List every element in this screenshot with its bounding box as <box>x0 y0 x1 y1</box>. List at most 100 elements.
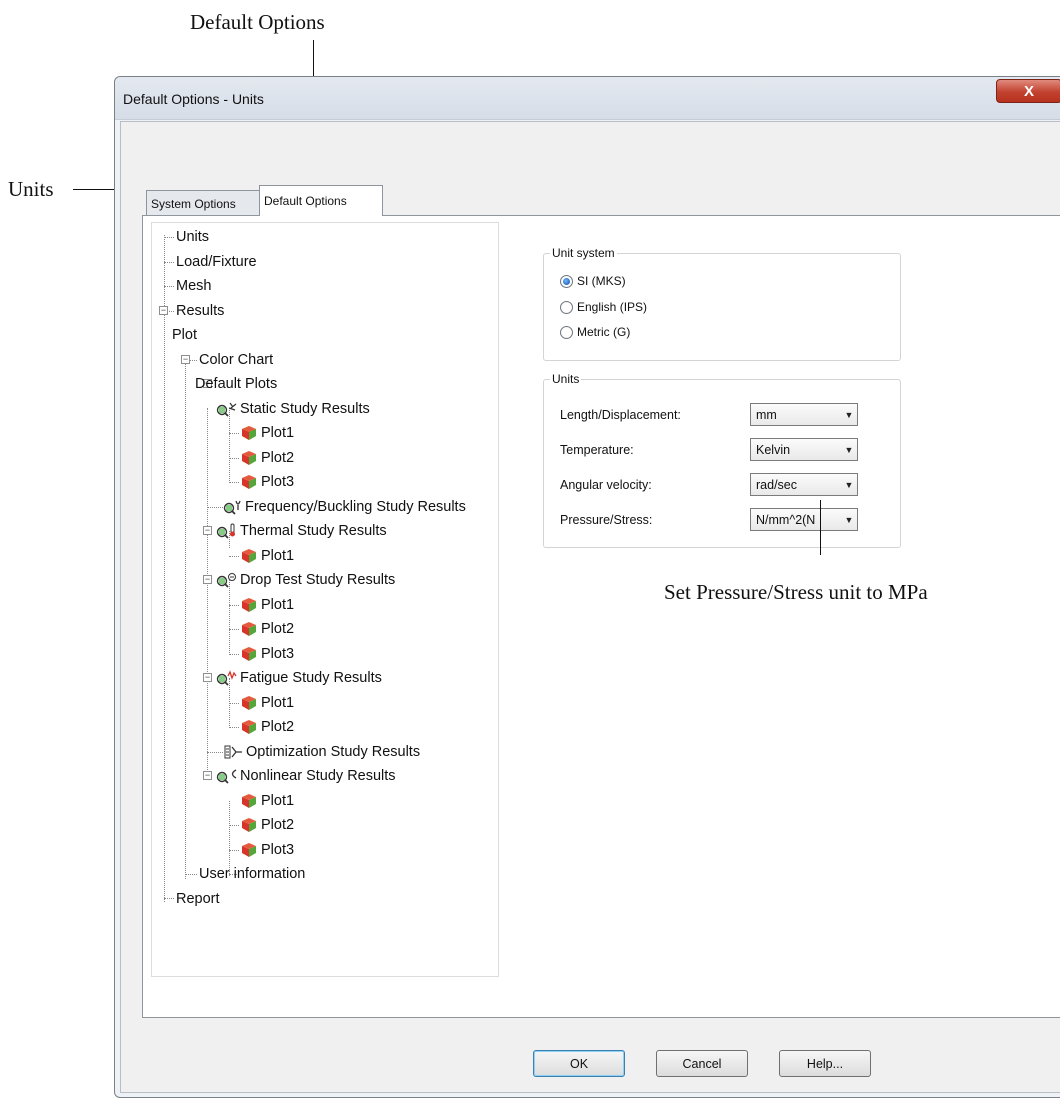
expand-default-plots-icon[interactable]: − <box>181 355 190 364</box>
tree-item-load-fixture[interactable]: Load/Fixture <box>176 253 257 271</box>
drop-test-study-icon <box>216 572 238 588</box>
dialog-client: System Options Default Options − − − − −… <box>120 121 1060 1093</box>
tree-connector <box>207 752 223 753</box>
plot-cube-icon <box>241 597 258 613</box>
tree-item-label: Fatigue Study Results <box>240 670 382 686</box>
tree-item-nonlinear-plot1[interactable]: Plot1 <box>241 792 294 810</box>
expand-plot-icon[interactable]: − <box>159 306 168 315</box>
tree-item-plot[interactable]: Plot <box>172 326 197 344</box>
tab-system-options[interactable]: System Options <box>146 190 260 216</box>
tree-item-frequency-study[interactable]: Frequency/Buckling Study Results <box>223 498 466 516</box>
tree-item-units[interactable]: Units <box>176 228 209 246</box>
tree-item-label: Plot2 <box>261 817 295 833</box>
tree-connector <box>164 237 174 238</box>
expand-drop-icon[interactable]: − <box>203 575 212 584</box>
dropdown-value: mm <box>756 407 777 422</box>
tree-item-fatigue-study[interactable]: Fatigue Study Results <box>216 669 382 687</box>
tree-item-label: Static Study Results <box>240 401 370 417</box>
plot-cube-icon <box>241 842 258 858</box>
tree-item-nonlinear-plot3[interactable]: Plot3 <box>241 841 294 859</box>
expand-fatigue-icon[interactable]: − <box>203 673 212 682</box>
tree-item-fatigue-plot1[interactable]: Plot1 <box>241 694 294 712</box>
tree-item-nonlinear-study[interactable]: Nonlinear Study Results <box>216 767 396 785</box>
tree-item-user-information[interactable]: User information <box>199 865 305 883</box>
tree-connector <box>229 482 239 483</box>
tree-item-mesh[interactable]: Mesh <box>176 277 211 295</box>
window-title: Default Options - Units <box>123 91 264 107</box>
tree-item-label: User information <box>199 866 306 882</box>
tree-connector <box>164 286 174 287</box>
tree-item-static-plot2[interactable]: Plot2 <box>241 449 294 467</box>
length-label: Length/Displacement: <box>560 408 681 422</box>
tree-connector <box>229 605 239 606</box>
radio-english-ips[interactable]: English (IPS) <box>560 300 647 314</box>
radio-selected-icon <box>560 274 573 288</box>
tree-item-drop-plot2[interactable]: Plot2 <box>241 620 294 638</box>
dropdown-arrow-icon: ▼ <box>844 479 854 490</box>
cancel-button[interactable]: Cancel <box>656 1050 748 1077</box>
plot-cube-icon <box>241 817 258 833</box>
tree-item-optimization-study[interactable]: Optimization Study Results <box>224 743 420 761</box>
radio-si-mks[interactable]: SI (MKS) <box>560 274 626 288</box>
angular-velocity-unit-dropdown[interactable]: rad/sec ▼ <box>750 473 858 496</box>
units-group: Units Length/Displacement: mm ▼ Temperat… <box>543 372 901 548</box>
tree-item-report[interactable]: Report <box>176 890 220 908</box>
tree-item-drop-plot3[interactable]: Plot3 <box>241 645 294 663</box>
tree-item-label: Plot1 <box>261 548 295 564</box>
dropdown-arrow-icon: ▼ <box>844 444 854 455</box>
expand-nonlinear-icon[interactable]: − <box>203 771 212 780</box>
close-button[interactable]: X <box>996 79 1060 103</box>
title-bar: Default Options - Units X <box>115 77 1060 120</box>
tree-item-default-plots[interactable]: Default Plots <box>195 375 277 393</box>
tree-item-label: Plot2 <box>261 450 295 466</box>
help-button[interactable]: Help... <box>779 1050 871 1077</box>
radio-unselected-icon <box>560 325 573 339</box>
tree-item-static-study[interactable]: Static Study Results <box>216 400 370 418</box>
tree-item-label: Nonlinear Study Results <box>240 768 396 784</box>
cancel-button-label: Cancel <box>682 1056 722 1071</box>
unit-system-group: Unit system SI (MKS) English (IPS) Metri… <box>543 246 901 361</box>
tree-connector <box>229 629 239 630</box>
units-group-title: Units <box>550 372 582 386</box>
plot-cube-icon <box>241 621 258 637</box>
static-study-icon <box>216 401 238 417</box>
plot-cube-icon <box>241 548 258 564</box>
dropdown-value: rad/sec <box>756 477 797 492</box>
ok-button[interactable]: OK <box>533 1050 625 1077</box>
tree-item-label: Plot1 <box>261 695 295 711</box>
plot-cube-icon <box>241 450 258 466</box>
tree-item-color-chart[interactable]: Color Chart <box>199 351 273 369</box>
tree-connector <box>164 898 174 899</box>
tree-item-thermal-plot1[interactable]: Plot1 <box>241 547 294 565</box>
tree-item-nonlinear-plot2[interactable]: Plot2 <box>241 816 294 834</box>
expand-thermal-icon[interactable]: − <box>203 526 212 535</box>
tree-item-label: Frequency/Buckling Study Results <box>245 499 466 515</box>
tree-connector <box>229 654 239 655</box>
radio-label: Metric (G) <box>577 325 631 339</box>
tree-item-results[interactable]: Results <box>176 302 224 320</box>
dropdown-value: N/mm^2(N <box>756 512 816 527</box>
tree-item-fatigue-plot2[interactable]: Plot2 <box>241 718 294 736</box>
dropdown-arrow-icon: ▼ <box>844 409 854 420</box>
radio-unselected-icon <box>560 300 573 314</box>
tree-item-drop-plot1[interactable]: Plot1 <box>241 596 294 614</box>
temperature-unit-dropdown[interactable]: Kelvin ▼ <box>750 438 858 461</box>
nonlinear-study-icon <box>216 768 238 784</box>
tree-item-thermal-study[interactable]: Thermal Study Results <box>216 522 387 540</box>
tab-system-options-label: System Options <box>151 196 236 211</box>
tab-default-options[interactable]: Default Options <box>259 185 383 216</box>
radio-metric-g[interactable]: Metric (G) <box>560 325 630 339</box>
pressure-stress-unit-dropdown[interactable]: N/mm^2(N ▼ <box>750 508 858 531</box>
tree-item-drop-test-study[interactable]: Drop Test Study Results <box>216 571 395 589</box>
tree-connector <box>229 433 239 434</box>
length-unit-dropdown[interactable]: mm ▼ <box>750 403 858 426</box>
close-icon: X <box>1023 82 1034 100</box>
tree-item-static-plot1[interactable]: Plot1 <box>241 424 294 442</box>
tree-item-static-plot3[interactable]: Plot3 <box>241 473 294 491</box>
tree-item-label: Plot2 <box>261 719 295 735</box>
tree-connector <box>229 850 239 851</box>
tree-item-label: Plot1 <box>261 793 295 809</box>
tree-item-label: Plot3 <box>261 646 295 662</box>
plot-cube-icon <box>241 425 258 441</box>
radio-label: SI (MKS) <box>577 274 626 288</box>
